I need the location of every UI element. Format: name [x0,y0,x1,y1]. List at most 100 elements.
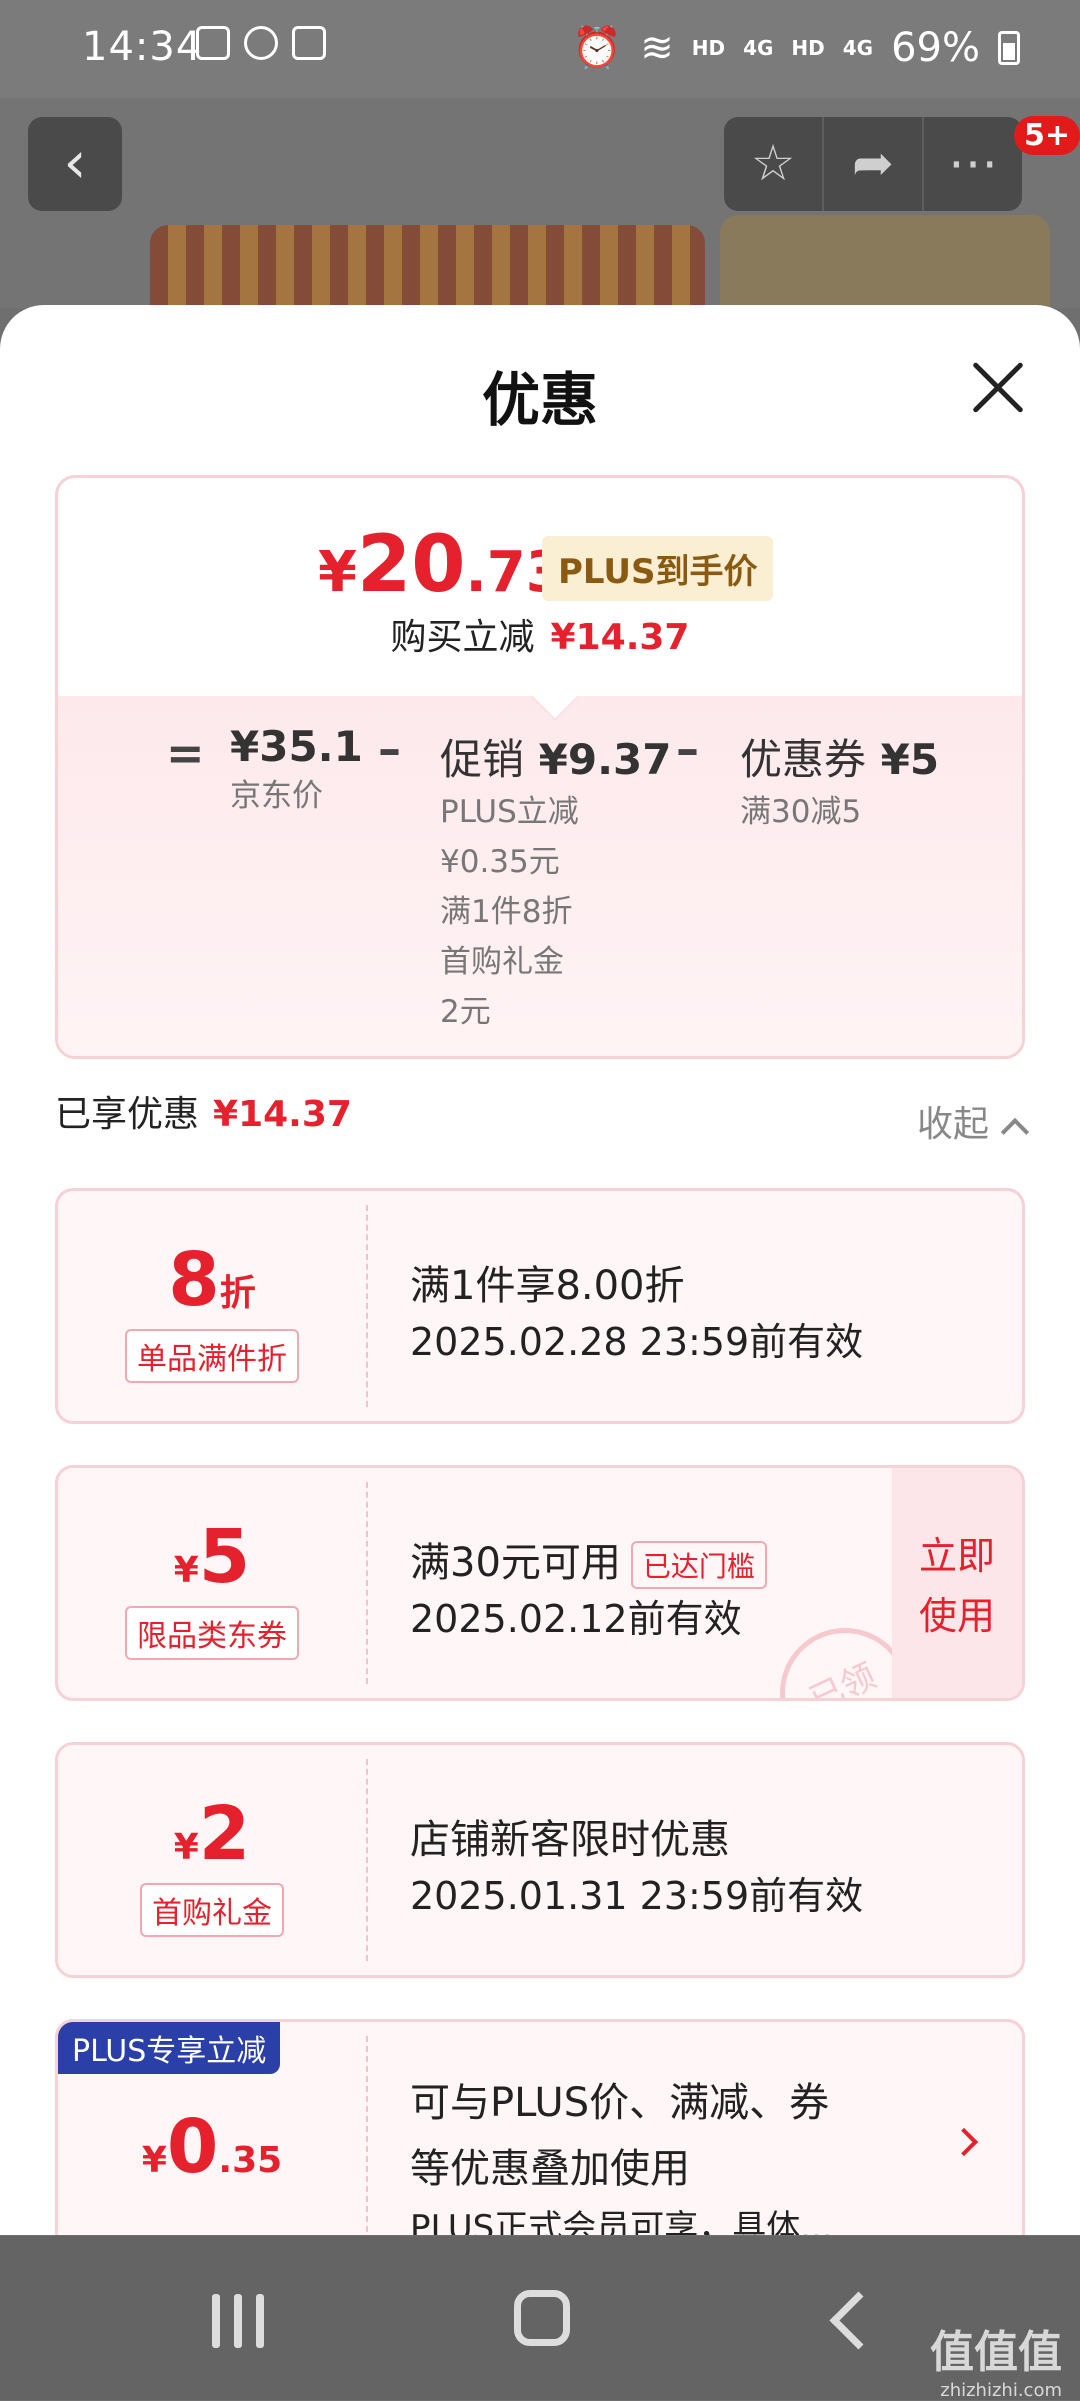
chevron-up-icon [1000,1117,1030,1147]
coupon-amount-display: ¥2 [58,1791,366,1877]
coupon-amount-display: ¥5 [58,1514,366,1600]
promo-detail: 2元 [440,994,491,1030]
promo-detail: 首购礼金 [440,944,564,980]
coupon-card[interactable]: 8折 单品满件折 满1件享8.00折 2025.02.28 23:59前有效 [55,1188,1025,1424]
more-icon[interactable]: ⋯ [922,117,1022,211]
enjoyed-discount: 已享优惠 ¥14.37 [55,1085,352,1137]
promo-main: 促销 ¥9.37 [440,726,672,787]
plus-desc-line3: PLUS正式会员可享，具体... [410,2208,833,2235]
top-actions: ☆ ➦ ⋯ [724,117,1022,211]
coupon-rule: 满1件享8.00折 [410,1263,685,1309]
final-price-yen: ¥ [318,540,357,605]
status-notification-icons [196,26,326,60]
promo-col: 促销 ¥9.37 PLUS立减 ¥0.35元 满1件8折 首购礼金 2元 [440,726,672,1037]
back-button[interactable]: ‹ [28,117,122,211]
network-left-sub: 4G [743,35,774,60]
enjoyed-amount: ¥14.37 [213,1094,352,1135]
coupon-expiry: 2025.01.31 23:59前有效 [410,1874,864,1918]
back-arrow-icon: ‹ [63,128,87,196]
collapse-label: 收起 [916,1104,989,1145]
coupon-tag: 首购礼金 [58,1883,366,1937]
jd-price: ¥35.1 [230,722,363,771]
battery-text: 69% [891,24,980,71]
use-now-label-2: 使用 [918,1594,995,1638]
final-price: ¥20.73 [318,520,565,610]
home-button[interactable] [514,2290,570,2346]
star-icon[interactable]: ☆ [724,117,822,211]
network-right-label: HD [791,35,825,60]
save-label: 购买立减 [390,617,535,658]
collapse-button[interactable]: 收起 [916,1095,1030,1147]
screen-record-icon [292,26,326,60]
price-breakdown: = ¥35.1 京东价 – 促销 ¥9.37 PLUS立减 ¥0.35元 满1件… [58,696,1022,1056]
network-left-label: HD [691,35,726,60]
promo-amount: ¥9.37 [538,735,672,784]
coupon-tag: 限品类东券 [58,1606,366,1660]
final-price-int: 20 [356,520,466,610]
coupon-decimal: .35 [218,2140,283,2181]
coupon-value: 0 [166,2104,219,2190]
close-icon[interactable] [968,357,1028,417]
price-top: ¥20.73 PLUS到手价 购买立减 ¥14.37 [58,478,1022,696]
jd-price-label: 京东价 [230,778,323,814]
coupon-tag-text: 限品类东券 [125,1606,299,1660]
wifi-icon: ≋ [640,24,674,71]
coupon-divider [366,2036,368,2235]
watermark-logo: 值值值 zhizhizhi.com [930,2316,1062,2401]
coupon-amount: ¥5 [880,735,940,784]
coupon-card[interactable]: ¥2 首购礼金 店铺新客限时优惠 2025.01.31 23:59前有效 [55,1742,1025,1978]
use-now-button[interactable]: 立即 使用 [892,1468,1022,1698]
minus-sign-2: – [676,722,699,776]
coupon-tag-text: 首购礼金 [140,1883,284,1937]
coupon-divider [366,1482,368,1684]
use-now-label-1: 立即 [918,1534,995,1578]
alarm-icon: ⏰ [572,25,623,71]
coupon-amount-display: ¥0.35 [58,2104,366,2190]
battery-icon [998,30,1020,65]
message-badge: 5+ [1014,116,1080,155]
coupon-col: 优惠券 ¥5 满30减5 [740,726,939,837]
chevron-right-icon[interactable] [949,2127,979,2157]
share-icon[interactable]: ➦ [822,117,922,211]
plus-price-tag: PLUS到手价 [542,536,774,601]
promo-detail: 满1件8折 [440,894,573,930]
coupon-rule: 满30元可用 已达门槛 [410,1530,767,1589]
promo-detail: PLUS立减 [440,794,579,830]
coupon-currency: ¥ [141,2140,167,2181]
enjoyed-label: 已享优惠 [55,1094,200,1135]
coupon-expiry: 2025.02.28 23:59前有效 [410,1320,864,1364]
discount-sheet: 优惠 ¥20.73 PLUS到手价 购买立减 ¥14.37 = ¥35.1 京东价… [0,305,1080,2235]
coupon-card[interactable]: ¥5 限品类东券 满30元可用 已达门槛 2025.02.12前有效 已领 立即 … [55,1465,1025,1701]
jd-price-col: ¥35.1 京东价 [230,722,363,821]
minus-sign-1: – [378,722,401,776]
save-line: 购买立减 ¥14.37 [58,608,1022,660]
coupon-unit: 折 [219,1273,256,1314]
coupon-currency: ¥ [173,1827,199,1868]
coupon-value: 8 [168,1237,220,1323]
coupon-divider [366,1759,368,1961]
coupon-main: 优惠券 ¥5 [740,726,939,787]
watermark-text: 值值值 [930,2327,1062,2378]
coupon-value: 5 [198,1514,251,1600]
coupon-tag: 单品满件折 [58,1329,366,1383]
equals-sign: = [166,726,205,780]
coupon-label: 优惠券 [740,735,867,784]
recent-apps-button[interactable] [212,2294,264,2348]
system-nav-bar [0,2236,1080,2400]
watermark-url: zhizhizhi.com [940,2380,1062,2401]
status-right: ⏰ ≋ HD 4G HD 4G 69% [572,24,1020,71]
coupon-rule-text: 满30元可用 [410,1540,621,1586]
coupon-tag-text: 单品满件折 [125,1329,299,1383]
threshold-reached-tag: 已达门槛 [630,1541,767,1589]
coupon-expiry: 2025.02.12前有效 [410,1597,742,1641]
coupon-divider [366,1205,368,1407]
plus-exclusive-label: PLUS专享立减 [58,2022,281,2074]
price-summary-card: ¥20.73 PLUS到手价 购买立减 ¥14.37 = ¥35.1 京东价 – … [55,475,1025,1059]
coupon-amount-display: 8折 [58,1237,366,1323]
plus-discount-card[interactable]: PLUS专享立减 ¥0.35 可与PLUS价、满减、券 等优惠叠加使用 PLUS… [55,2019,1025,2235]
back-nav-button[interactable] [829,2291,888,2350]
plus-desc-line2: 等优惠叠加使用 [410,2146,690,2192]
coupon-currency: ¥ [173,1550,199,1591]
promo-label: 促销 [440,735,525,784]
app-notification-icon [244,26,278,60]
